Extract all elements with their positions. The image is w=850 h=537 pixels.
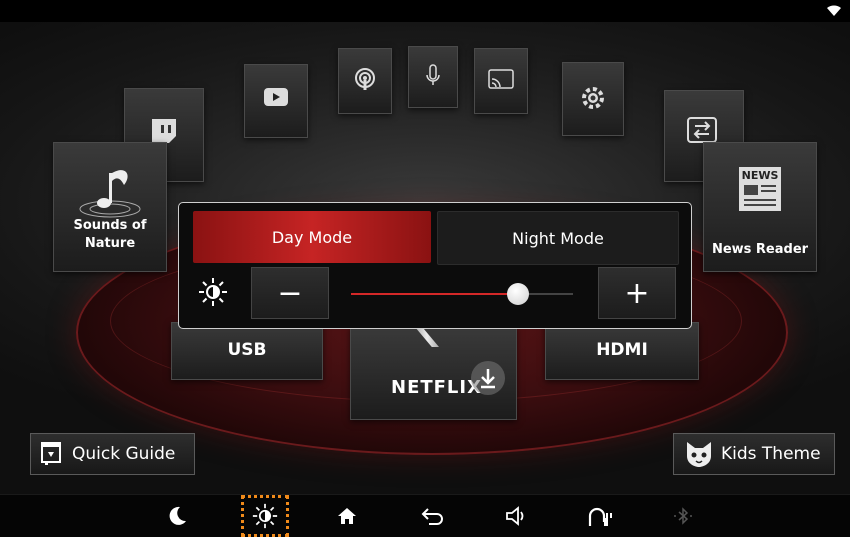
night-mode-button[interactable]: Night Mode [437,211,679,265]
svg-text:NEWS: NEWS [742,169,779,182]
brightness-increase-button[interactable]: + [598,267,676,319]
brightness-slider-fill [351,293,518,295]
quick-guide-label: Quick Guide [72,444,176,464]
brightness-nav-button[interactable] [241,495,289,537]
news-reader-label: News Reader [711,242,809,257]
moon-icon [169,506,186,525]
day-mode-button[interactable]: Day Mode [193,211,431,263]
bottom-nav-bar [0,494,850,537]
wifi-icon [827,5,841,16]
minus-label: − [277,275,303,311]
status-bar [0,0,850,22]
brightness-slider-thumb[interactable] [506,283,529,305]
brightness-popup: Day Mode Night Mode − + [178,202,692,329]
brightness-slider[interactable] [351,283,573,305]
podcast-icon [355,68,375,90]
app-tile-usb[interactable]: USB [171,322,323,380]
back-button[interactable] [418,501,448,531]
app-tile-voice[interactable] [408,46,458,108]
home-icon [338,508,356,524]
plus-label: + [624,275,650,311]
kids-theme-label: Kids Theme [721,444,821,464]
app-tile-netflix[interactable]: NETFLIX [350,326,517,420]
brightness-icon [252,503,278,529]
bluetooth-icon [674,507,692,525]
kids-theme-icon [687,442,711,467]
home-screen: Sounds of Nature NEWS News Reader USB HD… [0,0,850,537]
app-tile-settings[interactable] [562,62,624,136]
mic-icon [426,64,440,85]
sounds-of-nature-label: Sounds of Nature [73,218,147,251]
app-tile-hdmi[interactable]: HDMI [545,322,699,380]
app-tile-cast[interactable] [474,48,528,114]
brightness-icon [199,278,227,306]
netflix-logo-mark [415,327,439,347]
quick-guide-button[interactable]: Quick Guide [30,433,195,475]
hdmi-label: HDMI [596,340,648,360]
volume-icon [506,506,524,526]
android-auto-button[interactable] [586,501,616,531]
cast-icon [488,69,514,89]
usb-label: USB [227,340,267,360]
youtube-icon [264,88,288,106]
android-auto-icon [588,507,612,526]
kids-theme-button[interactable]: Kids Theme [673,433,835,475]
app-tile-news-reader[interactable]: NEWS News Reader [703,142,817,272]
app-tile-youtube[interactable] [244,64,308,138]
home-button[interactable] [332,501,362,531]
day-mode-label: Day Mode [271,227,353,247]
back-icon [421,508,443,525]
app-tile-podcast[interactable] [338,48,392,114]
brightness-decrease-button[interactable]: − [251,267,329,319]
switch-icon [687,117,717,143]
netflix-download-icon [471,361,505,395]
settings-icon [582,87,604,109]
bluetooth-button[interactable] [668,501,698,531]
music-note-icon [79,170,141,218]
night-mode-nav-button[interactable] [162,501,192,531]
night-mode-label: Night Mode [512,228,604,248]
quick-guide-icon [41,442,61,465]
volume-button[interactable] [502,501,532,531]
app-tile-sounds-of-nature[interactable]: Sounds of Nature [53,142,167,272]
news-icon: NEWS [739,167,781,211]
